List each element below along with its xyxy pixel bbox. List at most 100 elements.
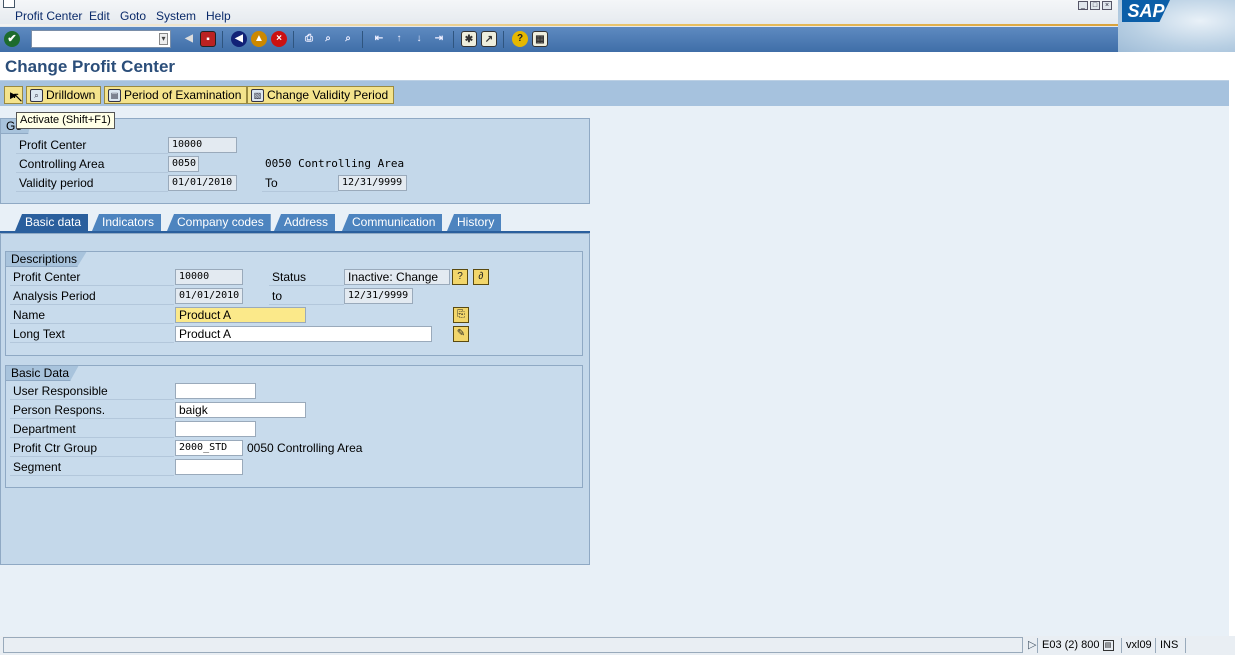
sap-logo: SAP (1122, 0, 1170, 22)
standard-toolbar: ✔ ▾ ◀ ▪ ◀ ▲ × ⎙ ⌕ ⌕ ⇤ ↑ ↓ ⇥ ✱ ↗ ? ▦ (0, 27, 1118, 52)
segment-field[interactable] (175, 459, 243, 475)
print-icon[interactable]: ⎙ (301, 31, 317, 47)
edit-long-text-icon[interactable]: ✎ (453, 326, 469, 342)
status-info-icon[interactable]: ? (452, 269, 468, 285)
menu-edit[interactable]: Edit (89, 9, 110, 23)
previous-page-icon[interactable]: ↑ (391, 31, 407, 47)
system-info: E03 (2) 800 ▤ (1037, 638, 1118, 653)
name-label: Name (10, 306, 174, 324)
person-responsible-label: Person Respons. (10, 401, 174, 419)
period-of-examination-button[interactable]: ▤ Period of Examination (104, 86, 248, 104)
command-history-icon[interactable]: ▾ (159, 33, 168, 45)
long-text-field[interactable]: Product A (175, 326, 432, 342)
desc-profit-center-field[interactable]: 10000 (175, 269, 243, 285)
back-icon[interactable]: ◀ (231, 31, 247, 47)
nav-back-small-icon[interactable]: ◀ (181, 31, 197, 47)
drilldown-label: Drilldown (46, 88, 96, 102)
drilldown-button[interactable]: ⌕ Drilldown (26, 86, 102, 104)
menu-help[interactable]: Help (206, 9, 231, 23)
person-responsible-field[interactable]: baigk (175, 402, 306, 418)
analysis-to-label: to (269, 287, 344, 305)
period-icon: ▤ (108, 88, 121, 102)
page-title: Change Profit Center (5, 57, 176, 76)
controlling-area-label: Controlling Area (16, 155, 168, 173)
menu-system[interactable]: System (156, 9, 196, 23)
desc-profit-center-label: Profit Center (10, 268, 174, 286)
create-session-icon[interactable]: ✱ (461, 31, 477, 47)
tab-basic-data[interactable]: Basic data (15, 214, 89, 231)
change-validity-period-button[interactable]: ▧ Change Validity Period (247, 86, 395, 104)
menu-profit-center[interactable]: Profit Center (15, 9, 82, 23)
validity-period-label: Validity period (16, 174, 168, 192)
drilldown-icon: ⌕ (30, 88, 43, 102)
input-mode[interactable]: INS (1155, 638, 1182, 653)
tab-address[interactable]: Address (274, 214, 336, 231)
sap-brand-area: SAP (1118, 0, 1235, 52)
exit-icon[interactable]: ▲ (251, 31, 267, 47)
mouse-cursor-icon: ↖ (12, 89, 24, 105)
analysis-period-label: Analysis Period (10, 287, 174, 305)
system-info-text: E03 (2) 800 (1042, 639, 1100, 651)
maximize-icon[interactable]: □ (1090, 1, 1100, 10)
tab-company-codes[interactable]: Company codes (167, 214, 271, 231)
tab-history[interactable]: History (447, 214, 502, 231)
analysis-to-field[interactable]: 12/31/9999 (344, 288, 413, 304)
controlling-area-text: 0050 Controlling Area (265, 157, 405, 170)
basic-data-title: Basic Data (5, 365, 80, 381)
status-field: Inactive: Change (344, 269, 450, 285)
command-field[interactable]: ▾ (31, 30, 171, 48)
status-bar: ▷ E03 (2) 800 ▤ vxl09 INS (0, 636, 1235, 655)
status-resize-grip (1185, 638, 1230, 653)
department-label: Department (10, 420, 174, 438)
user-responsible-label: User Responsible (10, 382, 174, 400)
last-page-icon[interactable]: ⇥ (431, 31, 447, 47)
change-validity-icon: ▧ (251, 88, 264, 102)
minimize-icon[interactable]: _ (1078, 1, 1088, 10)
application-toolbar: ▶ ⌕ Drilldown ▤ Period of Examination ▧ Cha… (0, 80, 1229, 106)
tab-communication[interactable]: Communication (342, 214, 443, 231)
server-info: vxl09 (1121, 638, 1156, 653)
system-info-icon[interactable]: ▤ (1102, 639, 1114, 651)
descriptions-title: Descriptions (5, 251, 88, 267)
profit-ctr-group-label: Profit Ctr Group (10, 439, 174, 457)
first-page-icon[interactable]: ⇤ (371, 31, 387, 47)
period-of-examination-label: Period of Examination (124, 88, 242, 102)
change-validity-period-label: Change Validity Period (267, 88, 389, 102)
valid-to-label: To (262, 174, 338, 192)
help-icon[interactable]: ? (512, 31, 528, 47)
cancel-icon[interactable]: × (271, 31, 287, 47)
status-message-area (3, 637, 1023, 653)
long-text-label: Long Text (10, 325, 174, 343)
window-controls: _ □ × (1078, 1, 1112, 11)
enter-check-icon[interactable]: ✔ (4, 31, 20, 47)
valid-to-field[interactable]: 12/31/9999 (338, 175, 407, 191)
menu-goto[interactable]: Goto (120, 9, 146, 23)
close-icon[interactable]: × (1102, 1, 1112, 10)
status-change-icon[interactable]: ∂ (473, 269, 489, 285)
find-icon[interactable]: ⌕ (320, 31, 336, 47)
department-field[interactable] (175, 421, 256, 437)
find-next-icon[interactable]: ⌕ (340, 31, 356, 47)
profit-ctr-group-field[interactable]: 2000_STD (175, 440, 243, 456)
title-bar: Change Profit Center (0, 52, 1230, 80)
menu-divider (0, 24, 1130, 26)
controlling-area-field[interactable]: 0050 (168, 156, 199, 172)
activate-tooltip: Activate (Shift+F1) (16, 112, 115, 129)
layout-menu-icon[interactable]: ▦ (532, 31, 548, 47)
status-label: Status (269, 268, 344, 286)
profit-center-label: Profit Center (16, 136, 168, 154)
analysis-from-field[interactable]: 01/01/2010 (175, 288, 243, 304)
valid-from-field[interactable]: 01/01/2010 (168, 175, 237, 191)
menu-bar: Profit Center Edit Goto System Help (0, 0, 1235, 27)
save-icon[interactable]: ▪ (200, 31, 216, 47)
tab-indicators[interactable]: Indicators (92, 214, 162, 231)
next-page-icon[interactable]: ↓ (411, 31, 427, 47)
name-field[interactable]: Product A (175, 307, 306, 323)
profit-ctr-group-text: 0050 Controlling Area (247, 441, 363, 455)
system-menu-icon[interactable] (3, 0, 15, 8)
profit-center-field[interactable]: 10000 (168, 137, 237, 153)
user-responsible-field[interactable] (175, 383, 256, 399)
shortcut-icon[interactable]: ↗ (481, 31, 497, 47)
segment-label: Segment (10, 458, 174, 476)
copy-text-icon[interactable]: ⎘ (453, 307, 469, 323)
